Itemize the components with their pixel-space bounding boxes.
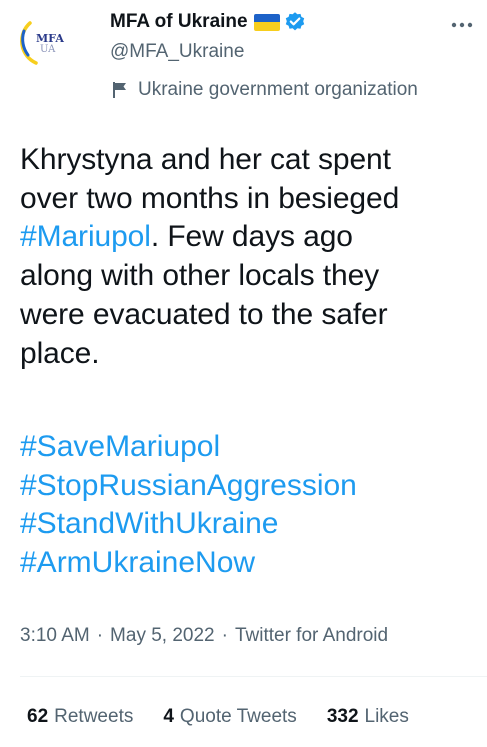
hashtag-link[interactable]: #StopRussianAggression bbox=[20, 467, 357, 506]
tweet-source[interactable]: Twitter for Android bbox=[235, 625, 388, 647]
tweet-text-line: #Mariupol. Few days ago bbox=[20, 218, 475, 257]
tweet-text-line: along with other locals they bbox=[20, 259, 380, 293]
tweet-text-line: were evacuated to the safer bbox=[20, 297, 388, 331]
meta-separator: · bbox=[96, 625, 104, 646]
retweets-stat[interactable]: 62 Retweets bbox=[27, 706, 133, 728]
quote-tweets-stat[interactable]: 4 Quote Tweets bbox=[163, 706, 296, 728]
divider bbox=[20, 676, 487, 677]
hashtag-list: #SaveMariupol #StopRussianAggression #St… bbox=[20, 428, 357, 583]
verified-badge-icon[interactable] bbox=[284, 11, 306, 33]
tweet-date[interactable]: May 5, 2022 bbox=[110, 625, 215, 647]
display-name-row: MFA of Ukraine bbox=[110, 10, 306, 34]
hashtag-link[interactable]: #ArmUkraineNow bbox=[20, 544, 357, 583]
more-options-icon bbox=[451, 22, 473, 28]
handle[interactable]: @MFA_Ukraine bbox=[110, 41, 244, 63]
hashtag-link[interactable]: #Mariupol bbox=[20, 220, 151, 253]
tweet-text-fragment: . Few days ago bbox=[150, 220, 353, 254]
tweet-detail: MFA UA MFA of Ukraine @MFA_Ukraine Ukrai… bbox=[0, 0, 487, 747]
hashtag-link[interactable]: #SaveMariupol bbox=[20, 428, 357, 467]
tweet-text: Khrystyna and her cat spent over two mon… bbox=[20, 141, 475, 373]
tweet-text-line: place. bbox=[20, 336, 100, 370]
likes-label: Likes bbox=[364, 706, 409, 727]
more-options-button[interactable] bbox=[447, 10, 477, 40]
flag-icon bbox=[113, 82, 126, 98]
tweet-text-line: over two months in besieged bbox=[20, 181, 400, 215]
display-name[interactable]: MFA of Ukraine bbox=[110, 11, 248, 33]
likes-count: 332 bbox=[326, 706, 359, 727]
avatar[interactable]: MFA UA bbox=[16, 11, 78, 73]
ukraine-flag-icon bbox=[253, 13, 280, 31]
retweets-count: 62 bbox=[27, 706, 49, 727]
tweet-time[interactable]: 3:10 AM bbox=[20, 625, 90, 647]
hashtag-link[interactable]: #StandWithUkraine bbox=[20, 505, 357, 544]
retweets-label: Retweets bbox=[54, 706, 134, 727]
government-label-text: Ukraine government organization bbox=[138, 79, 418, 100]
meta-separator: · bbox=[221, 625, 228, 646]
quote-tweets-label: Quote Tweets bbox=[179, 706, 297, 727]
likes-stat[interactable]: 332 Likes bbox=[327, 706, 409, 728]
tweet-stats: 62 Retweets 4 Quote Tweets 332 Likes bbox=[27, 702, 439, 732]
quote-tweets-count: 4 bbox=[163, 706, 174, 727]
tweet-meta: 3:10 AM · May 5, 2022 · Twitter for Andr… bbox=[20, 621, 388, 651]
avatar-text-bottom: UA bbox=[40, 44, 56, 55]
government-label[interactable]: Ukraine government organization bbox=[110, 76, 418, 104]
tweet-text-line: Khrystyna and her cat spent bbox=[20, 143, 391, 176]
